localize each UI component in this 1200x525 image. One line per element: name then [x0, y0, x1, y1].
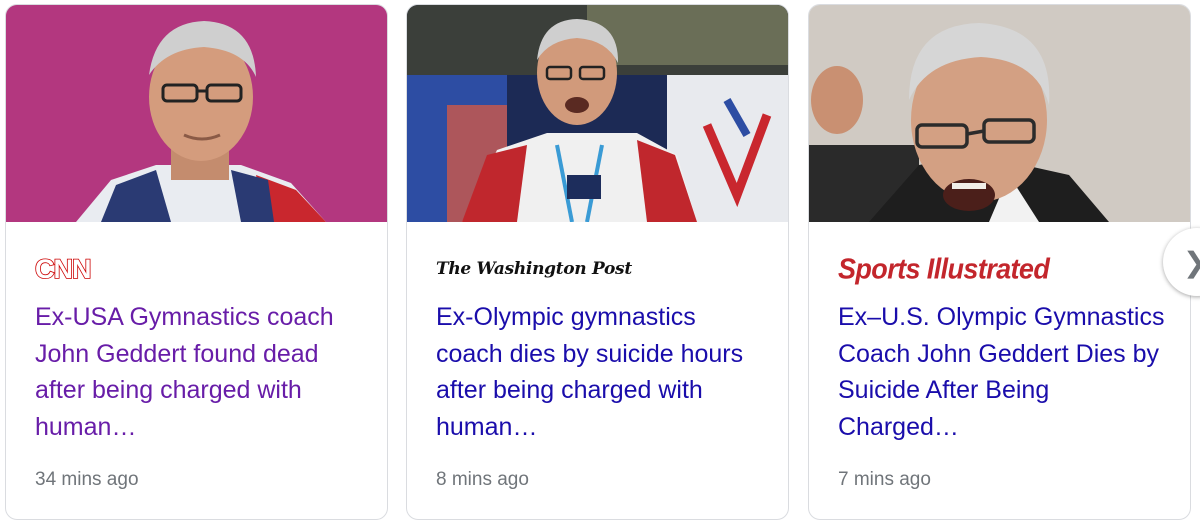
news-card-sports-illustrated[interactable]: Sports Illustrated Ex–U.S. Olympic Gymna… [808, 4, 1191, 520]
timestamp: 34 mins ago [35, 469, 139, 490]
thumbnail-image-sports-illustrated [809, 5, 1190, 222]
source-name: Sports Illustrated [838, 252, 1050, 285]
thumbnail-image-washington-post [407, 5, 788, 222]
news-card-washington-post[interactable]: The Washington Post Ex-Olympic gymnastic… [406, 4, 789, 520]
news-thumbnail[interactable] [407, 5, 788, 222]
timestamp: 8 mins ago [436, 469, 529, 490]
source-logo-washington-post: The Washington Post [436, 253, 632, 285]
timestamp: 7 mins ago [838, 469, 931, 490]
headline-link[interactable]: Ex–U.S. Olympic Gymnastics Coach John Ge… [838, 299, 1168, 445]
headline-link[interactable]: Ex-Olympic gymnastics coach dies by suic… [436, 299, 766, 445]
source-logo-sports-illustrated: Sports Illustrated [838, 252, 1050, 285]
headline-link[interactable]: Ex-USA Gymnastics coach John Geddert fou… [35, 299, 365, 445]
news-thumbnail[interactable] [6, 5, 387, 222]
source-logo-cnn: CNN [34, 253, 92, 285]
news-thumbnail[interactable] [809, 5, 1190, 222]
source-name: The Washington Post [436, 259, 632, 279]
news-card-cnn[interactable]: CNN Ex-USA Gymnastics coach John Geddert… [5, 4, 388, 520]
source-name: CNN [34, 253, 92, 285]
chevron-right-icon: ❯ [1183, 246, 1200, 279]
thumbnail-image-cnn [6, 5, 387, 222]
